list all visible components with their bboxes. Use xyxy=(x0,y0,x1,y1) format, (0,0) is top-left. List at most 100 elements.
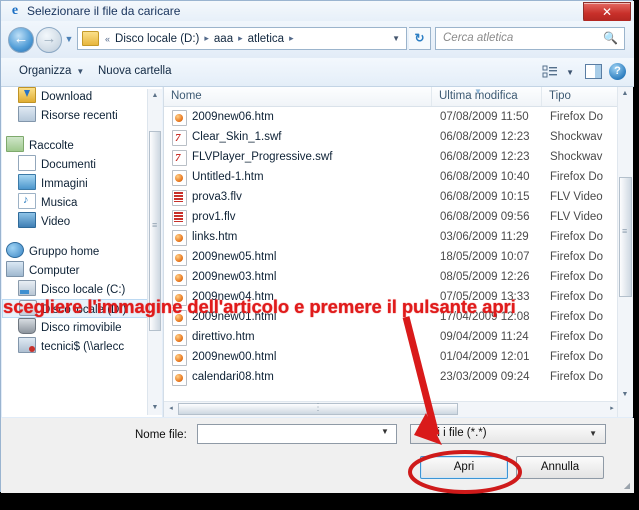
file-name-cell: 2009new00.html xyxy=(192,351,277,363)
navigation-bar: ← → ▼ « Disco locale (D:) ▸ aaa ▸ atleti… xyxy=(1,21,634,58)
sidebar-item-raccolte[interactable]: Raccolte xyxy=(2,136,162,155)
cancel-button[interactable]: Annulla xyxy=(516,456,604,479)
help-icon[interactable]: ? xyxy=(609,63,626,80)
address-bar[interactable]: « Disco locale (D:) ▸ aaa ▸ atletica ▸ ▼ xyxy=(77,27,407,50)
file-date-cell: 07/08/2009 11:50 xyxy=(440,111,529,123)
resize-grip[interactable]: ◢ xyxy=(624,481,630,490)
file-scroll-down[interactable]: ▼ xyxy=(618,388,632,402)
file-list-vscrollbar[interactable]: ▲ ▼ xyxy=(617,87,633,417)
firefox-document-icon xyxy=(172,170,187,186)
column-header-date[interactable]: Ultima modifica xyxy=(432,87,542,106)
new-folder-button[interactable]: Nuova cartella xyxy=(98,65,172,77)
shockwave-flash-icon xyxy=(172,148,187,168)
address-dropdown-icon[interactable]: ▼ xyxy=(392,34,400,43)
sidebar-scroll-up[interactable]: ▲ xyxy=(148,89,162,103)
table-row[interactable]: Clear_Skin_1.swf 06/08/2009 12:23 Shockwav xyxy=(164,127,619,148)
breadcrumb-separator: ▸ xyxy=(204,33,209,43)
recent-pages-dropdown[interactable]: ▼ xyxy=(63,34,75,44)
firefox-document-icon xyxy=(172,110,187,126)
breadcrumb-separator: ▸ xyxy=(238,33,243,43)
sidebar-item-tecnici-arlecc[interactable]: tecnici$ (\\arlecc xyxy=(2,337,162,356)
file-name-cell: links.htm xyxy=(192,231,238,243)
internet-explorer-icon: e xyxy=(11,3,19,18)
sidebar-item-label: Documenti xyxy=(41,159,96,171)
firefox-document-icon xyxy=(172,270,187,286)
file-name-cell: prova3.flv xyxy=(192,191,242,203)
video-icon xyxy=(18,212,36,228)
sidebar-item-label: Disco rimovibile xyxy=(41,322,122,334)
file-type-cell: Firefox Do xyxy=(550,331,604,343)
sidebar-item-download[interactable]: Download xyxy=(2,87,162,106)
column-header-name[interactable]: Nome xyxy=(164,87,432,106)
file-date-cell: 06/08/2009 12:23 xyxy=(440,151,530,163)
sidebar-item-musica[interactable]: Musica xyxy=(2,191,162,212)
sidebar-item-disco-rimovibile[interactable]: Disco rimovibile xyxy=(2,318,162,337)
breadcrumb-item-1[interactable]: aaa xyxy=(212,33,235,45)
documents-icon xyxy=(18,155,36,171)
computer-icon xyxy=(6,261,24,277)
refresh-button[interactable]: ↻ xyxy=(409,27,431,50)
table-row[interactable]: prova3.flv 06/08/2009 10:15 FLV Video xyxy=(164,187,619,207)
file-scroll-up[interactable]: ▲ xyxy=(618,87,632,101)
flv-video-icon xyxy=(172,190,187,206)
sidebar-item-label: tecnici$ (\\arlecc xyxy=(41,341,125,353)
removable-drive-icon xyxy=(18,318,36,334)
table-row[interactable]: 2009new06.htm 07/08/2009 11:50 Firefox Do xyxy=(164,107,619,127)
sidebar-item-label: Raccolte xyxy=(29,140,74,152)
homegroup-icon xyxy=(6,242,24,258)
sidebar-item-video[interactable]: Video xyxy=(2,212,162,231)
file-scroll-thumb[interactable] xyxy=(619,177,632,297)
back-button[interactable]: ← xyxy=(8,27,34,53)
file-name-cell: Clear_Skin_1.swf xyxy=(192,131,282,143)
table-row[interactable]: 2009new05.html 18/05/2009 10:07 Firefox Do xyxy=(164,247,619,267)
file-date-cell: 06/08/2009 12:23 xyxy=(440,131,530,143)
search-placeholder: Cerca atletica xyxy=(443,32,514,44)
search-input[interactable]: Cerca atletica 🔍 xyxy=(435,27,625,50)
file-open-dialog: e Selezionare il file da caricare ✕ ← → … xyxy=(0,0,634,493)
preview-pane-icon[interactable] xyxy=(585,64,602,79)
hscroll-left[interactable]: ◂ xyxy=(164,402,178,416)
file-type-cell: FLV Video xyxy=(550,211,603,223)
file-date-cell: 08/05/2009 12:26 xyxy=(440,271,530,283)
file-date-cell: 06/08/2009 10:40 xyxy=(440,171,530,183)
sidebar-item-label: Risorse recenti xyxy=(41,110,118,122)
breadcrumb-overflow[interactable]: « xyxy=(102,34,113,44)
table-row[interactable]: Untitled-1.htm 06/08/2009 10:40 Firefox Do xyxy=(164,167,619,187)
table-row[interactable]: FLVPlayer_Progressive.swf 06/08/2009 12:2… xyxy=(164,147,619,168)
firefox-document-icon xyxy=(172,250,187,266)
download-folder-icon xyxy=(18,87,36,103)
file-type-cell: Firefox Do xyxy=(550,291,604,303)
file-type-cell: Shockwav xyxy=(550,131,603,143)
sidebar-item-gruppo-home[interactable]: Gruppo home xyxy=(2,242,162,261)
close-button[interactable]: ✕ xyxy=(583,2,631,23)
view-dropdown-icon[interactable]: ▼ xyxy=(566,68,574,77)
title-bar: e Selezionare il file da caricare ✕ xyxy=(1,1,634,23)
table-row[interactable]: 2009new03.html 08/05/2009 12:26 Firefox Do xyxy=(164,267,619,287)
breadcrumb-item-0[interactable]: Disco locale (D:) xyxy=(113,33,201,45)
sidebar-scrollbar[interactable]: ▲ ▼ xyxy=(147,89,162,415)
breadcrumb-item-2[interactable]: atletica xyxy=(246,33,286,45)
file-date-cell: 06/08/2009 10:15 xyxy=(440,191,530,203)
chevron-down-icon: ▼ xyxy=(589,429,597,438)
music-icon xyxy=(18,191,36,210)
sidebar-item-computer[interactable]: Computer xyxy=(2,261,162,280)
navigation-pane: Download Risorse recenti Raccolte Documenti… xyxy=(2,87,162,417)
sidebar-item-risorse-recenti[interactable]: Risorse recenti xyxy=(2,106,162,125)
table-row[interactable]: prov1.flv 06/08/2009 09:56 FLV Video xyxy=(164,207,619,227)
file-type-cell: Firefox Do xyxy=(550,111,604,123)
file-name-cell: 2009new06.htm xyxy=(192,111,274,123)
sidebar-item-documenti[interactable]: Documenti xyxy=(2,155,162,174)
sidebar-item-label: Immagini xyxy=(41,178,88,190)
forward-button[interactable]: → xyxy=(36,27,62,53)
search-icon: 🔍 xyxy=(603,31,618,45)
sidebar-scroll-down[interactable]: ▼ xyxy=(148,401,162,415)
table-row[interactable]: links.htm 03/06/2009 11:29 Firefox Do xyxy=(164,227,619,247)
file-type-cell: Firefox Do xyxy=(550,171,604,183)
view-mode-icon[interactable] xyxy=(542,64,558,80)
sidebar-group-spacer xyxy=(2,231,162,242)
flv-video-icon xyxy=(172,210,187,226)
organize-button[interactable]: Organizza ▼ xyxy=(19,65,84,77)
file-name-cell: prov1.flv xyxy=(192,211,236,223)
file-date-cell: 06/08/2009 09:56 xyxy=(440,211,530,223)
file-name-cell: FLVPlayer_Progressive.swf xyxy=(192,151,333,163)
